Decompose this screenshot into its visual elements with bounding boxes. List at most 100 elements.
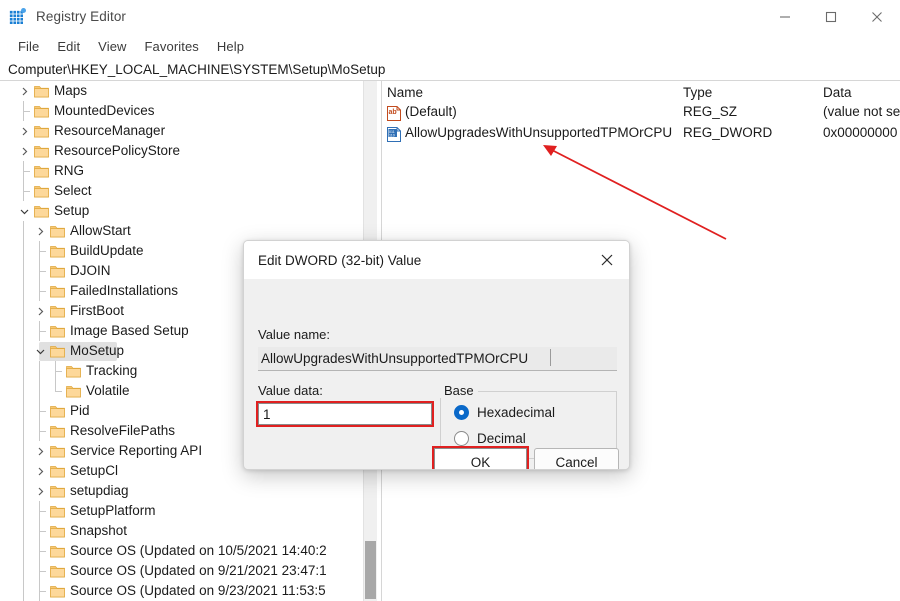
folder-icon (48, 441, 66, 461)
tree-connector (32, 241, 48, 261)
tree-connector (32, 261, 48, 281)
ok-button-highlight: OK (432, 446, 529, 469)
tree-connector (32, 421, 48, 441)
registry-editor-icon (9, 8, 26, 25)
menu-item-favorites[interactable]: Favorites (136, 37, 208, 56)
tree-guide (16, 301, 32, 321)
chevron-down-icon[interactable] (32, 341, 48, 361)
menu-item-edit[interactable]: Edit (48, 37, 89, 56)
chevron-right-icon[interactable] (16, 81, 32, 101)
svg-text:110: 110 (389, 134, 395, 138)
tree-item-label: Source OS (Updated on 9/21/2021 23:47:1 (70, 563, 327, 578)
tree-item-maps[interactable]: Maps (0, 81, 363, 101)
folder-icon (32, 181, 50, 201)
column-header-data[interactable]: Data (823, 85, 852, 100)
value-name-input[interactable] (258, 347, 617, 371)
tree-connector (32, 321, 48, 341)
tree-connector (48, 361, 64, 381)
tree-connector (32, 281, 48, 301)
list-item[interactable]: 011 110 AllowUpgradesWithUnsupportedTPMO… (383, 124, 900, 145)
menu-item-help[interactable]: Help (208, 37, 253, 56)
menu-bar: File Edit View Favorites Help (0, 33, 900, 59)
column-header-name[interactable]: Name (387, 85, 423, 100)
tree-item-setup[interactable]: Setup (0, 201, 363, 221)
tree-item-label: Tracking (86, 363, 138, 378)
radio-decimal[interactable]: Decimal (454, 431, 526, 446)
radio-decimal-label: Decimal (477, 431, 526, 446)
tree-item-label: Volatile (86, 383, 130, 398)
ok-button[interactable]: OK (434, 448, 527, 469)
list-item[interactable]: ab (Default) REG_SZ (value not set (383, 103, 900, 124)
close-icon[interactable] (585, 241, 629, 279)
tree-guide (16, 381, 32, 401)
chevron-down-icon[interactable] (16, 201, 32, 221)
tree-item-label: AllowStart (70, 223, 131, 238)
menu-item-view[interactable]: View (89, 37, 135, 56)
tree-item-label: MountedDevices (54, 103, 155, 118)
folder-icon (48, 481, 66, 501)
folder-icon (48, 541, 66, 561)
chevron-right-icon[interactable] (32, 441, 48, 461)
tree-scrollbar-thumb[interactable] (365, 541, 376, 599)
maximize-icon[interactable] (808, 0, 854, 33)
column-header-type[interactable]: Type (683, 85, 712, 100)
tree-item-setupplatform[interactable]: SetupPlatform (0, 501, 363, 521)
tree-item-setupdiag[interactable]: setupdiag (0, 481, 363, 501)
registry-path: Computer\HKEY_LOCAL_MACHINE\SYSTEM\Setup… (8, 62, 386, 77)
svg-text:ab: ab (389, 109, 397, 116)
tree-guide (16, 481, 32, 501)
chevron-right-icon[interactable] (32, 221, 48, 241)
tree-item-source-os-updated-on-9-21-2021-23-47-1[interactable]: Source OS (Updated on 9/21/2021 23:47:1 (0, 561, 363, 581)
list-header: Name Type Data (383, 81, 900, 103)
address-bar[interactable]: Computer\HKEY_LOCAL_MACHINE\SYSTEM\Setup… (0, 59, 900, 81)
tree-connector (32, 581, 48, 601)
cancel-button[interactable]: Cancel (534, 448, 619, 469)
chevron-right-icon[interactable] (16, 141, 32, 161)
chevron-right-icon[interactable] (32, 481, 48, 501)
tree-item-snapshot[interactable]: Snapshot (0, 521, 363, 541)
menu-item-file[interactable]: File (9, 37, 48, 56)
tree-item-label: ResourcePolicyStore (54, 143, 181, 158)
tree-item-resourcepolicystore[interactable]: ResourcePolicyStore (0, 141, 363, 161)
tree-item-allowstart[interactable]: AllowStart (0, 221, 363, 241)
value-data-input[interactable] (258, 403, 432, 425)
window-title: Registry Editor (36, 9, 127, 24)
dialog-body: Value name: Value data: Base Hexadecimal… (244, 279, 629, 469)
tree-item-label: Image Based Setup (70, 323, 189, 338)
tree-item-source-os-updated-on-9-23-2021-11-53-5[interactable]: Source OS (Updated on 9/23/2021 11:53:5 (0, 581, 363, 601)
folder-icon (32, 101, 50, 121)
folder-icon (48, 341, 66, 361)
window-controls (762, 0, 900, 33)
minimize-icon[interactable] (762, 0, 808, 33)
tree-item-label: setupdiag (70, 483, 129, 498)
tree-item-source-os-updated-on-10-5-2021-14-40-2[interactable]: Source OS (Updated on 10/5/2021 14:40:2 (0, 541, 363, 561)
tree-item-label: Select (54, 183, 92, 198)
tree-guide (16, 401, 32, 421)
folder-icon (32, 121, 50, 141)
tree-connector (32, 561, 48, 581)
folder-icon (32, 141, 50, 161)
tree-item-label: Pid (70, 403, 90, 418)
tree-item-select[interactable]: Select (0, 181, 363, 201)
radio-checked-icon (454, 405, 469, 420)
tree-guide (16, 421, 32, 441)
tree-item-resourcemanager[interactable]: ResourceManager (0, 121, 363, 141)
value-data-highlight (256, 401, 434, 427)
chevron-right-icon[interactable] (16, 121, 32, 141)
folder-icon (48, 321, 66, 341)
radio-hexadecimal[interactable]: Hexadecimal (454, 405, 555, 420)
chevron-right-icon[interactable] (32, 461, 48, 481)
tree-item-rng[interactable]: RNG (0, 161, 363, 181)
chevron-right-icon[interactable] (32, 301, 48, 321)
close-icon[interactable] (854, 0, 900, 33)
tree-item-mounteddevices[interactable]: MountedDevices (0, 101, 363, 121)
tree-guide (16, 581, 32, 601)
tree-guide (32, 381, 48, 401)
tree-connector (32, 401, 48, 421)
